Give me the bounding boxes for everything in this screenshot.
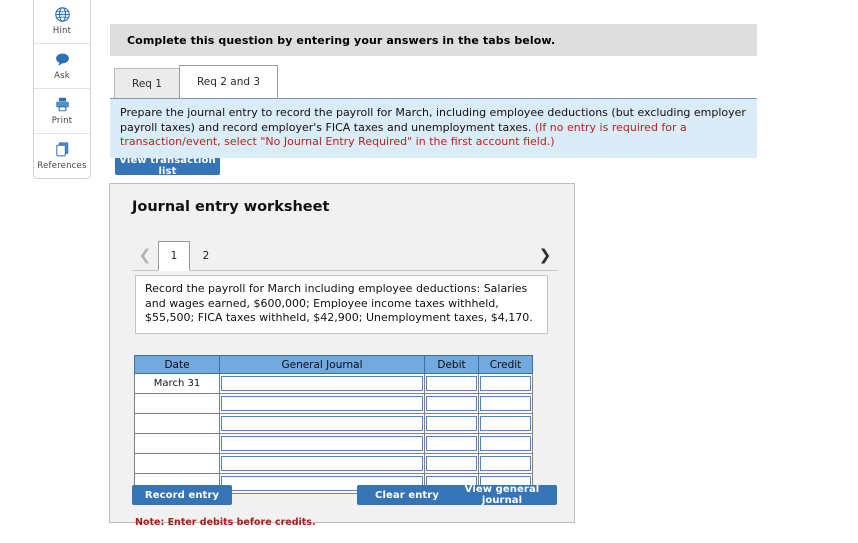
requirement-text: Prepare the journal entry to record the … <box>120 106 747 150</box>
credit-input[interactable] <box>480 456 531 471</box>
view-transaction-list-button[interactable]: View transaction list <box>115 155 220 177</box>
question-instruction-text: Complete this question by entering your … <box>127 33 556 47</box>
debit-input[interactable] <box>426 416 477 431</box>
cell-debit[interactable] <box>424 413 479 434</box>
cell-general-journal[interactable] <box>219 453 425 474</box>
tab-req-2-and-3[interactable]: Req 2 and 3 <box>178 65 279 98</box>
cell-date <box>134 453 220 474</box>
journal-entry-worksheet-panel: Journal entry worksheet ❮ 1 2 ❯ Record t… <box>109 183 575 528</box>
tool-item-print[interactable]: Print <box>34 89 90 134</box>
debit-input[interactable] <box>426 456 477 471</box>
debit-input[interactable] <box>426 396 477 411</box>
credit-input[interactable] <box>480 416 531 431</box>
tab-req-1[interactable]: Req 1 <box>114 68 180 98</box>
worksheet-pager: ❮ 1 2 ❯ <box>132 241 558 271</box>
tool-item-ask[interactable]: Ask <box>34 44 90 89</box>
table-row <box>134 453 533 474</box>
page-label: 2 <box>202 249 210 262</box>
worksheet-title: Journal entry worksheet <box>132 199 330 215</box>
tool-item-references[interactable]: References <box>34 134 90 178</box>
chevron-right-icon[interactable]: ❯ <box>532 241 558 270</box>
general-journal-input[interactable] <box>221 456 423 471</box>
table-row <box>134 393 533 414</box>
table-row <box>134 433 533 454</box>
tab-label: Req 2 and 3 <box>196 76 261 88</box>
general-journal-input[interactable] <box>221 396 423 411</box>
cell-credit[interactable] <box>478 373 533 394</box>
cell-date: March 31 <box>134 373 220 394</box>
chat-bubble-icon <box>54 51 71 68</box>
printer-icon <box>54 96 71 113</box>
column-header-general-journal: General Journal <box>219 355 425 374</box>
tool-item-hint[interactable]: Hint <box>34 0 90 44</box>
credit-input[interactable] <box>480 396 531 411</box>
chevron-left-icon[interactable]: ❮ <box>132 241 158 270</box>
general-journal-input[interactable] <box>221 436 423 451</box>
requirement-tabs: Req 1 Req 2 and 3 <box>114 65 279 98</box>
question-instruction-bar: Complete this question by entering your … <box>110 24 757 56</box>
tool-item-label: Print <box>51 116 73 126</box>
debits-before-credits-note: Note: Enter debits before credits. <box>135 517 316 528</box>
transaction-description-box: Record the payroll for March including e… <box>135 275 548 334</box>
column-header-debit: Debit <box>424 355 479 374</box>
tool-rail: Hint Ask Print References <box>33 0 91 179</box>
worksheet-page-2[interactable]: 2 <box>190 241 222 270</box>
globe-icon <box>54 6 71 23</box>
clear-entry-button[interactable]: Clear entry <box>357 485 457 505</box>
cell-debit[interactable] <box>424 373 479 394</box>
debit-input[interactable] <box>426 436 477 451</box>
credit-input[interactable] <box>480 436 531 451</box>
worksheet-page-1[interactable]: 1 <box>158 241 190 271</box>
view-general-journal-button[interactable]: View general journal <box>447 484 557 506</box>
table-header-row: Date General Journal Debit Credit <box>134 355 533 374</box>
table-row: March 31 <box>134 373 533 394</box>
journal-entry-table: Date General Journal Debit Credit March … <box>134 355 533 494</box>
credit-input[interactable] <box>480 376 531 391</box>
debit-input[interactable] <box>426 376 477 391</box>
record-entry-button[interactable]: Record entry <box>132 485 232 505</box>
cell-debit[interactable] <box>424 433 479 454</box>
general-journal-input[interactable] <box>221 376 423 391</box>
cell-credit[interactable] <box>478 393 533 414</box>
cell-general-journal[interactable] <box>219 433 425 454</box>
tool-item-label: Ask <box>54 71 70 81</box>
cell-date <box>134 433 220 454</box>
table-row <box>134 413 533 434</box>
page-label: 1 <box>170 250 178 262</box>
general-journal-input[interactable] <box>221 416 423 431</box>
cell-debit[interactable] <box>424 393 479 414</box>
requirement-panel: Prepare the journal entry to record the … <box>110 98 757 158</box>
cell-date <box>134 413 220 434</box>
cell-credit[interactable] <box>478 453 533 474</box>
tool-item-label: Hint <box>52 26 72 36</box>
cell-credit[interactable] <box>478 413 533 434</box>
cell-general-journal[interactable] <box>219 413 425 434</box>
cell-date <box>134 393 220 414</box>
cell-general-journal[interactable] <box>219 373 425 394</box>
cell-debit[interactable] <box>424 453 479 474</box>
worksheet-footer: Record entry Clear entry View general jo… <box>110 484 574 506</box>
copy-pages-icon <box>54 141 71 158</box>
column-header-date: Date <box>134 355 220 374</box>
cell-general-journal[interactable] <box>219 393 425 414</box>
tab-label: Req 1 <box>132 77 162 90</box>
cell-credit[interactable] <box>478 433 533 454</box>
tool-item-label: References <box>37 161 87 171</box>
column-header-credit: Credit <box>478 355 533 374</box>
